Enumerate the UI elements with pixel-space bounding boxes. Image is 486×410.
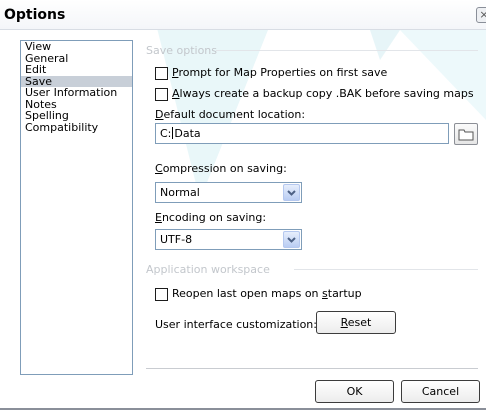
save-options-divider: [216, 50, 478, 51]
reset-button[interactable]: Reset: [316, 311, 396, 334]
reopen-label-after: tartup: [327, 287, 362, 300]
workspace-divider: [294, 269, 478, 270]
compression-value: Normal: [160, 186, 200, 199]
footer-divider: [146, 368, 478, 369]
backup-accel: A: [172, 87, 180, 100]
category-list[interactable]: View General Edit Save User Information …: [20, 40, 133, 375]
backup-copy-label[interactable]: Always create a backup copy .BAK before …: [172, 87, 474, 100]
nav-item-user-information[interactable]: User Information: [21, 87, 132, 99]
encoding-value: UTF-8: [160, 233, 193, 246]
reopen-label-before: Reopen last open maps on: [172, 287, 323, 300]
reset-accel: R: [340, 316, 348, 329]
ui-customization-label: User interface customization:: [155, 318, 317, 331]
cancel-button[interactable]: Cancel: [401, 380, 480, 403]
ok-button[interactable]: OK: [315, 380, 394, 403]
default-location-label-rest: efault document location:: [163, 108, 306, 121]
dialog-title: Options: [4, 7, 66, 23]
default-location-input[interactable]: C: Data: [155, 123, 449, 144]
nav-item-compatibility[interactable]: Compatibility: [21, 121, 132, 134]
title-bar: Options ×: [0, 0, 486, 30]
encoding-accel: E: [155, 211, 162, 224]
nav-item-edit[interactable]: Edit: [21, 64, 132, 76]
browse-folder-button[interactable]: [454, 123, 478, 145]
encoding-select[interactable]: UTF-8: [155, 229, 302, 250]
default-location-value-suffix: Data: [174, 127, 201, 140]
backup-copy-checkbox[interactable]: [155, 88, 168, 101]
prompt-label-rest: rompt for Map Properties on first save: [178, 66, 388, 79]
options-dialog: Options × View General Edit Save User In…: [0, 0, 486, 410]
chevron-down-icon[interactable]: [283, 184, 300, 201]
save-options-group-label: Save options: [146, 44, 218, 57]
close-icon[interactable]: ×: [476, 7, 486, 23]
workspace-group-label: Application workspace: [146, 263, 270, 276]
folder-icon: [458, 129, 474, 141]
reopen-maps-checkbox[interactable]: [155, 288, 168, 301]
reopen-maps-label[interactable]: Reopen last open maps on startup: [172, 287, 362, 300]
encoding-label-rest: ncoding on saving:: [161, 211, 267, 224]
encoding-label: Encoding on saving:: [155, 211, 266, 224]
chevron-down-icon[interactable]: [283, 231, 300, 248]
compression-label: Compression on saving:: [155, 162, 287, 175]
default-location-label: Default document location:: [155, 108, 305, 121]
default-location-value-prefix: C:: [160, 127, 172, 140]
prompt-map-properties-label[interactable]: Prompt for Map Properties on first save: [172, 66, 387, 79]
prompt-map-properties-checkbox[interactable]: [155, 67, 168, 80]
reset-label-rest: eset: [347, 316, 372, 329]
backup-label-rest: lways create a backup copy .BAK before s…: [179, 87, 474, 100]
compression-label-rest: ompression on saving:: [162, 162, 287, 175]
compression-select[interactable]: Normal: [155, 182, 302, 203]
nav-item-view[interactable]: View: [21, 41, 132, 53]
compression-accel: C: [155, 162, 163, 175]
nav-item-spelling[interactable]: Spelling: [21, 110, 132, 122]
